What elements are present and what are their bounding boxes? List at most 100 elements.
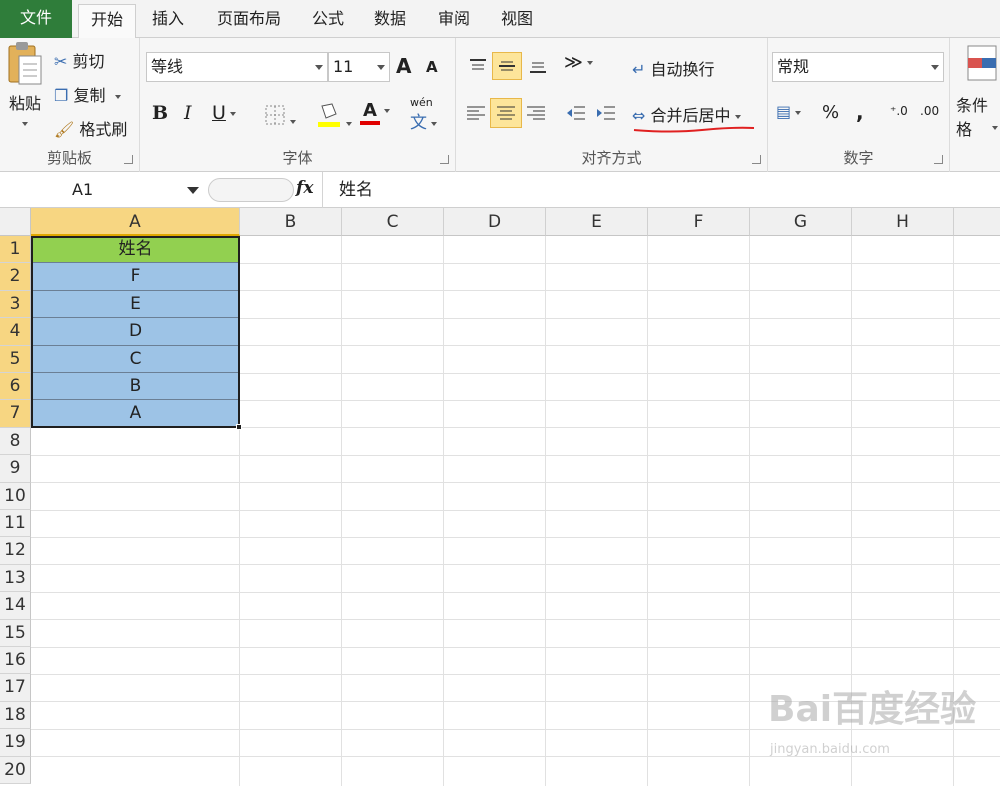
- name-box-dropdown-icon: [187, 187, 199, 194]
- copy-dropdown-icon: [114, 94, 121, 99]
- tab-view[interactable]: 视图: [490, 4, 544, 38]
- alignment-launcher-icon[interactable]: [752, 155, 761, 164]
- align-center-button[interactable]: [490, 98, 522, 128]
- accounting-format-button[interactable]: ▤: [776, 102, 802, 121]
- wrap-text-button[interactable]: ↵ 自动换行: [632, 56, 715, 80]
- row-header-12[interactable]: 12: [0, 537, 31, 565]
- font-color-button[interactable]: A: [360, 100, 390, 125]
- copy-icon: ❐: [54, 86, 69, 105]
- row-header-5[interactable]: 5: [0, 345, 31, 373]
- decrease-decimal-button[interactable]: .00: [920, 104, 939, 118]
- row-header-3[interactable]: 3: [0, 290, 31, 319]
- font-launcher-icon[interactable]: [440, 155, 449, 164]
- red-underline-annotation: [633, 126, 755, 133]
- align-right-button[interactable]: [522, 98, 550, 128]
- ribbon-tab-bar: 文件 开始 插入 页面布局 公式 数据 审阅 视图: [0, 0, 1000, 39]
- row-header-20[interactable]: 20: [0, 756, 31, 784]
- scissors-icon: ✂: [54, 52, 68, 71]
- borders-button[interactable]: [264, 104, 296, 130]
- alignment-group: ≫ ↵ 自动换行 ⇔ 合并后居中 对齐方式: [456, 38, 768, 172]
- decrease-indent-button[interactable]: [562, 98, 590, 128]
- tab-data[interactable]: 数据: [364, 4, 416, 38]
- align-bottom-icon: [530, 62, 546, 73]
- paste-button[interactable]: 粘贴: [2, 40, 48, 140]
- font-group-label: 字体: [282, 149, 313, 167]
- phonetic-label: wén: [410, 96, 433, 109]
- row-header-7[interactable]: 7: [0, 400, 31, 428]
- name-box[interactable]: A1: [0, 176, 205, 204]
- align-center-icon: [497, 106, 515, 120]
- number-format-combo[interactable]: 常规: [772, 52, 944, 82]
- increase-indent-button[interactable]: [592, 98, 620, 128]
- copy-button[interactable]: ❐ 复制: [54, 82, 121, 106]
- font-group: 等线 11 A A B I U A wén 文 字体: [140, 38, 456, 172]
- tab-review[interactable]: 审阅: [428, 4, 480, 38]
- number-group: 常规 ▤ % , ⁺.0 .00 数字: [768, 38, 950, 172]
- merge-center-button[interactable]: ⇔ 合并后居中: [632, 102, 741, 126]
- orientation-button[interactable]: ≫: [564, 52, 593, 73]
- font-size-combo[interactable]: 11: [328, 52, 390, 82]
- select-all-corner[interactable]: [0, 208, 31, 236]
- number-launcher-icon[interactable]: [934, 155, 943, 164]
- wrap-text-label: 自动换行: [650, 60, 715, 79]
- grow-font-button[interactable]: A: [396, 54, 411, 78]
- row-header-1[interactable]: 1: [0, 236, 31, 264]
- gridline: [31, 619, 1000, 621]
- percent-button[interactable]: %: [822, 102, 839, 123]
- column-header-f[interactable]: F: [648, 208, 750, 236]
- gridline: [31, 454, 1000, 456]
- align-middle-button[interactable]: [492, 52, 522, 80]
- column-header-h[interactable]: H: [852, 208, 954, 236]
- row-header-17[interactable]: 17: [0, 674, 31, 702]
- tab-home[interactable]: 开始: [78, 4, 136, 39]
- align-left-button[interactable]: [462, 98, 490, 128]
- shrink-font-button[interactable]: A: [426, 58, 438, 76]
- tab-page-layout[interactable]: 页面布局: [206, 4, 292, 38]
- phonetic-button[interactable]: wén 文: [410, 96, 437, 133]
- row-header-18[interactable]: 18: [0, 701, 31, 730]
- row-header-14[interactable]: 14: [0, 592, 31, 620]
- clipboard-launcher-icon[interactable]: [124, 155, 133, 164]
- bold-button[interactable]: B: [152, 102, 168, 124]
- row-header-16[interactable]: 16: [0, 647, 31, 675]
- fill-color-button[interactable]: [316, 100, 352, 132]
- comma-button[interactable]: ,: [856, 100, 864, 124]
- underline-button[interactable]: U: [212, 102, 236, 124]
- align-top-button[interactable]: [464, 52, 492, 80]
- fill-handle[interactable]: [236, 424, 242, 430]
- row-header-19[interactable]: 19: [0, 729, 31, 757]
- column-header-g[interactable]: G: [750, 208, 852, 236]
- increase-decimal-button[interactable]: ⁺.0: [890, 104, 908, 118]
- font-color-label: A: [360, 101, 380, 125]
- row-header-6[interactable]: 6: [0, 373, 31, 401]
- column-header-d[interactable]: D: [444, 208, 546, 236]
- row-header-11[interactable]: 11: [0, 510, 31, 538]
- conditional-format-button[interactable]: 条件格: [956, 92, 1000, 140]
- formula-bar-resize-handle[interactable]: [208, 178, 294, 202]
- formula-input[interactable]: 姓名: [322, 172, 1000, 208]
- row-header-13[interactable]: 13: [0, 564, 31, 593]
- format-painter-button[interactable]: 🖌 格式刷: [54, 116, 127, 140]
- column-header-a[interactable]: A: [31, 208, 240, 236]
- row-header-8[interactable]: 8: [0, 427, 31, 456]
- font-name-combo[interactable]: 等线: [146, 52, 328, 82]
- row-header-2[interactable]: 2: [0, 263, 31, 291]
- cut-button[interactable]: ✂ 剪切: [54, 48, 105, 72]
- tab-file[interactable]: 文件: [0, 0, 72, 38]
- decrease-indent-icon: [567, 106, 585, 120]
- column-header-b[interactable]: B: [240, 208, 342, 236]
- column-header-partial[interactable]: [954, 208, 1000, 236]
- row-header-15[interactable]: 15: [0, 619, 31, 647]
- row-header-9[interactable]: 9: [0, 455, 31, 483]
- row-header-4[interactable]: 4: [0, 318, 31, 346]
- tab-formulas[interactable]: 公式: [302, 4, 354, 38]
- italic-button[interactable]: I: [184, 102, 192, 124]
- align-bottom-button[interactable]: [524, 52, 552, 80]
- column-header-e[interactable]: E: [546, 208, 648, 236]
- insert-function-icon[interactable]: fx: [296, 178, 313, 198]
- column-header-c[interactable]: C: [342, 208, 444, 236]
- align-right-icon: [527, 106, 545, 120]
- row-header-10[interactable]: 10: [0, 482, 31, 510]
- copy-label: 复制: [73, 86, 106, 105]
- tab-insert[interactable]: 插入: [142, 4, 194, 38]
